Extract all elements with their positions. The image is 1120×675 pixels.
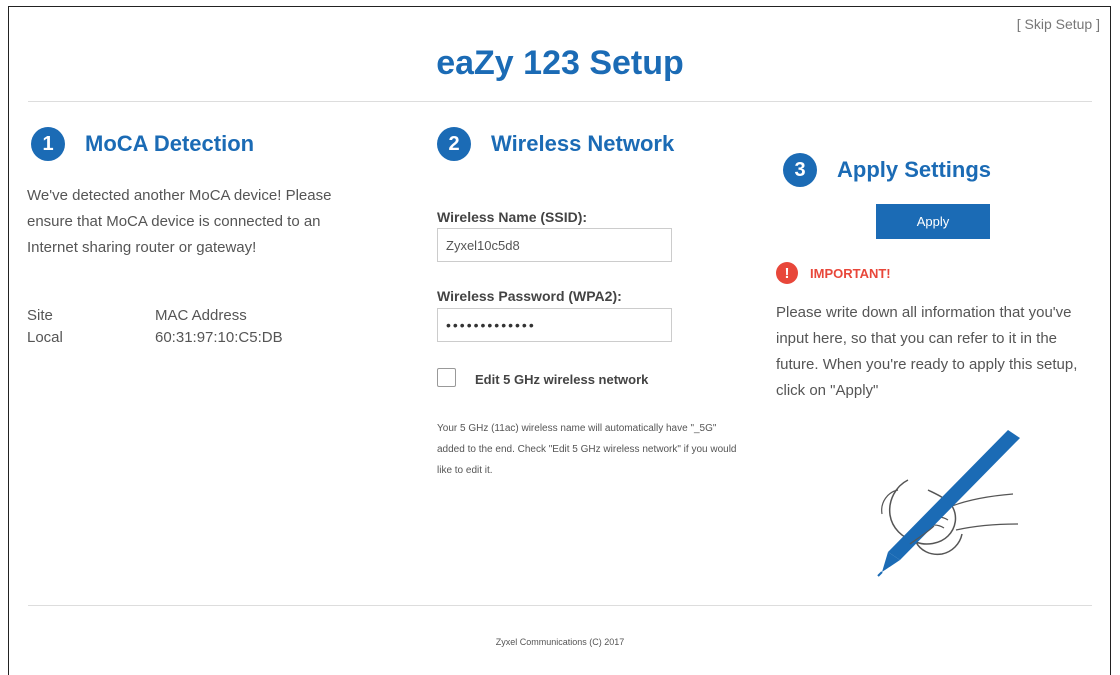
ssid-input[interactable]: Zyxel10c5d8 (437, 228, 672, 262)
site-cell: Local (27, 329, 63, 346)
step-1-number-badge: 1 (31, 127, 65, 161)
edit-5ghz-label[interactable]: Edit 5 GHz wireless network (475, 372, 648, 387)
password-label: Wireless Password (WPA2): (437, 288, 622, 304)
edit-5ghz-checkbox[interactable] (437, 368, 456, 387)
step-2-title: Wireless Network (491, 131, 675, 156)
ssid-label: Wireless Name (SSID): (437, 209, 588, 225)
column-header-site: Site (27, 307, 53, 324)
header-divider (28, 101, 1092, 102)
password-input[interactable]: ••••••••••••• (437, 308, 672, 342)
step-3-header: 3 Apply Settings (783, 153, 991, 187)
table-header-row: Site MAC Address (27, 305, 283, 327)
page-title: eaZy 123 Setup (436, 44, 684, 82)
important-label: IMPORTANT! (810, 265, 891, 281)
step-1-title: MoCA Detection (85, 131, 255, 156)
important-notice: ! IMPORTANT! (776, 262, 891, 284)
ssid-value: Zyxel10c5d8 (446, 237, 520, 253)
mac-address-cell: 60:31:97:10:C5:DB (155, 329, 283, 346)
hand-writing-pen-illustration (877, 430, 1020, 577)
exclamation-icon: ! (776, 262, 798, 284)
step-3-number-badge: 3 (783, 153, 817, 187)
5ghz-note: Your 5 GHz (11ac) wireless name will aut… (437, 423, 737, 476)
step-2-header: 2 Wireless Network (437, 127, 674, 161)
apply-button[interactable]: Apply (876, 204, 990, 239)
step-2-number-badge: 2 (437, 127, 471, 161)
password-value: ••••••••••••• (446, 317, 536, 333)
moca-detected-message: We've detected another MoCA device! Plea… (27, 187, 332, 256)
moca-device-table: Site MAC Address Local 60:31:97:10:C5:DB (27, 305, 283, 349)
step-3-title: Apply Settings (837, 157, 992, 182)
step-1-header: 1 MoCA Detection (31, 127, 254, 161)
column-header-mac-address: MAC Address (155, 307, 247, 324)
table-row: Local 60:31:97:10:C5:DB (27, 327, 283, 349)
footer-copyright: Zyxel Communications (C) 2017 (495, 637, 625, 647)
write-down-message: Please write down all information that y… (776, 304, 1078, 399)
footer-divider (28, 605, 1092, 606)
skip-setup-link[interactable]: [ Skip Setup ] (1017, 16, 1100, 32)
